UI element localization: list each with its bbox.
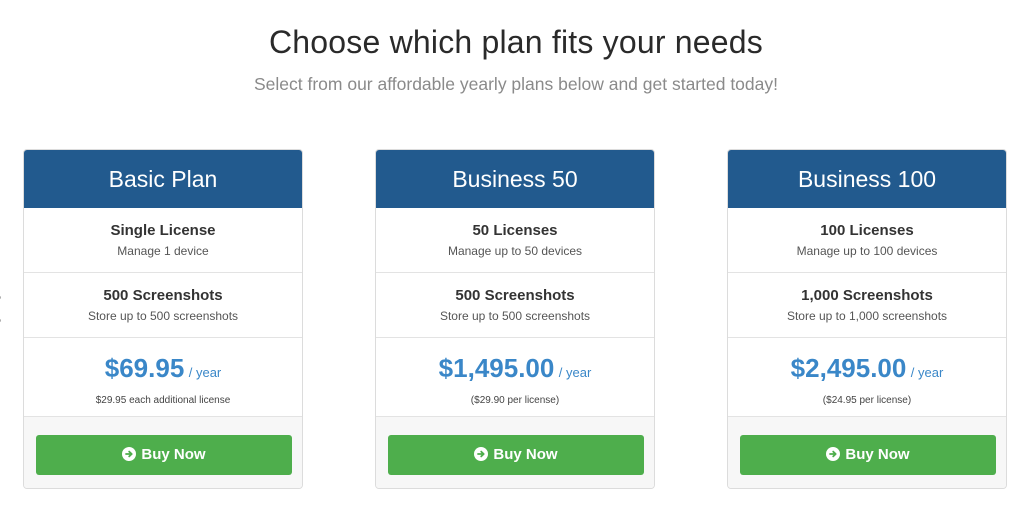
card-footer: Buy Now [376, 417, 654, 488]
screenshots-description: Store up to 500 screenshots [87, 309, 239, 323]
price-row: $1,495.00 / year ($29.90 per license) [376, 338, 654, 417]
price-note: ($29.90 per license) [470, 395, 560, 406]
price-amount: $69.95 [104, 353, 185, 383]
price-amount: $2,495.00 [790, 353, 907, 383]
licenses-row: 50 Licenses Manage up to 50 devices [376, 208, 654, 273]
licenses-row: 100 Licenses Manage up to 100 devices [728, 208, 1006, 273]
pricing-page: Choose which plan fits your needs Select… [0, 0, 1024, 508]
price-amount: $1,495.00 [438, 353, 555, 383]
price-period: / year [558, 365, 592, 380]
page-subtitle: Select from our affordable yearly plans … [253, 74, 778, 94]
buy-now-button[interactable]: Buy Now [740, 435, 996, 475]
arrow-circle-right-icon [474, 447, 489, 461]
screenshots-row: 500 Screenshots Store up to 500 screensh… [24, 273, 302, 338]
page-title: Choose which plan fits your needs [269, 24, 763, 60]
licenses-description: Manage 1 device [117, 244, 209, 258]
licenses-title: 100 Licenses [820, 222, 914, 239]
buy-now-button[interactable]: Buy Now [36, 435, 292, 475]
plan-name: Business 100 [728, 150, 1006, 208]
edge-decoration [0, 296, 4, 336]
screenshots-row: 500 Screenshots Store up to 500 screensh… [376, 273, 654, 338]
buy-now-label: Buy Now [141, 446, 206, 463]
screenshots-title: 500 Screenshots [103, 287, 223, 304]
screenshots-title: 1,000 Screenshots [801, 287, 933, 304]
licenses-title: Single License [110, 222, 216, 239]
plan-card-business-50: Business 50 50 Licenses Manage up to 50 … [375, 149, 655, 489]
licenses-row: Single License Manage 1 device [24, 208, 302, 273]
plan-name: Business 50 [376, 150, 654, 208]
price-period: / year [188, 365, 222, 380]
screenshots-description: Store up to 1,000 screenshots [786, 309, 948, 323]
price-row: $69.95 / year $29.95 each additional lic… [24, 338, 302, 417]
screenshots-row: 1,000 Screenshots Store up to 1,000 scre… [728, 273, 1006, 338]
arrow-circle-right-icon [826, 447, 841, 461]
card-footer: Buy Now [728, 417, 1006, 488]
screenshots-title: 500 Screenshots [455, 287, 575, 304]
licenses-description: Manage up to 50 devices [447, 244, 583, 258]
price-note: $29.95 each additional license [95, 395, 231, 406]
price-period: / year [910, 365, 944, 380]
price-row: $2,495.00 / year ($24.95 per license) [728, 338, 1006, 417]
arrow-circle-right-icon [122, 447, 137, 461]
buy-now-label: Buy Now [493, 446, 558, 463]
plan-card-business-100: Business 100 100 Licenses Manage up to 1… [727, 149, 1007, 489]
plan-card-basic: Basic Plan Single License Manage 1 devic… [23, 149, 303, 489]
screenshots-description: Store up to 500 screenshots [439, 309, 591, 323]
licenses-title: 50 Licenses [472, 222, 558, 239]
card-footer: Buy Now [24, 417, 302, 488]
plan-name: Basic Plan [24, 150, 302, 208]
buy-now-button[interactable]: Buy Now [388, 435, 644, 475]
buy-now-label: Buy Now [845, 446, 910, 463]
price-note: ($24.95 per license) [822, 395, 912, 406]
licenses-description: Manage up to 100 devices [796, 244, 938, 258]
